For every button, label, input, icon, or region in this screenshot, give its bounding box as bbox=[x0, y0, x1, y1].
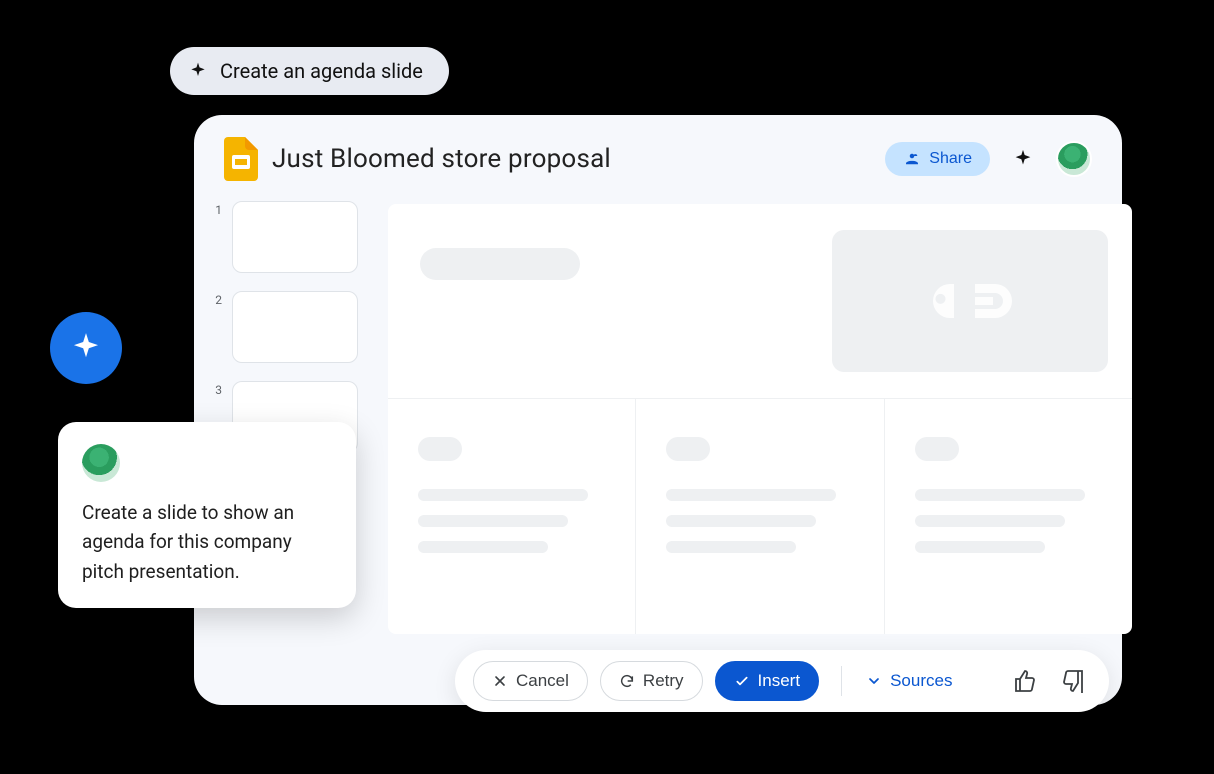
agenda-column-2 bbox=[635, 399, 883, 634]
close-icon bbox=[492, 673, 508, 689]
sparkle-icon bbox=[69, 331, 103, 365]
cancel-button[interactable]: Cancel bbox=[473, 661, 588, 701]
insert-button[interactable]: Insert bbox=[715, 661, 820, 701]
thumbs-down-button[interactable] bbox=[1055, 663, 1091, 699]
user-prompt-card: Create a slide to show an agenda for thi… bbox=[58, 422, 356, 608]
document-title[interactable]: Just Bloomed store proposal bbox=[272, 144, 871, 174]
google-slides-icon bbox=[224, 137, 258, 181]
thumb-number: 2 bbox=[212, 291, 222, 307]
people-icon bbox=[903, 150, 921, 168]
share-button[interactable]: Share bbox=[885, 142, 990, 176]
thumbs-down-icon bbox=[1061, 669, 1085, 693]
agenda-column-1 bbox=[388, 399, 635, 634]
sources-dropdown[interactable]: Sources bbox=[860, 663, 958, 699]
sources-label: Sources bbox=[890, 671, 952, 691]
check-icon bbox=[734, 673, 750, 689]
toolbar-divider bbox=[841, 666, 842, 696]
share-button-label: Share bbox=[929, 150, 972, 168]
user-avatar-small bbox=[82, 444, 120, 482]
suggestion-chip[interactable]: Create an agenda slide bbox=[170, 47, 449, 95]
sparkle-icon bbox=[188, 61, 208, 81]
user-prompt-text: Create a slide to show an agenda for thi… bbox=[82, 498, 332, 586]
retry-button[interactable]: Retry bbox=[600, 661, 703, 701]
slide-title-placeholder bbox=[420, 248, 580, 280]
thumbs-up-button[interactable] bbox=[1007, 663, 1043, 699]
chevron-down-icon bbox=[866, 673, 882, 689]
thumbs-up-icon bbox=[1013, 669, 1037, 693]
cancel-button-label: Cancel bbox=[516, 671, 569, 691]
insert-button-label: Insert bbox=[758, 671, 801, 691]
suggestion-chip-label: Create an agenda slide bbox=[220, 59, 423, 83]
generation-action-toolbar: Cancel Retry Insert Sources bbox=[455, 650, 1109, 712]
slide-image-placeholder bbox=[832, 230, 1108, 372]
agenda-column-3 bbox=[884, 399, 1132, 634]
gemini-badge[interactable] bbox=[50, 312, 122, 384]
slide-thumbnail-2[interactable] bbox=[232, 291, 358, 363]
title-bar: Just Bloomed store proposal Share bbox=[194, 115, 1122, 195]
thumb-number: 3 bbox=[212, 381, 222, 397]
generated-slide-preview bbox=[388, 204, 1132, 634]
gemini-sparkle-icon[interactable] bbox=[1012, 148, 1034, 170]
user-avatar[interactable] bbox=[1056, 141, 1092, 177]
retry-button-label: Retry bbox=[643, 671, 684, 691]
thumb-number: 1 bbox=[212, 201, 222, 217]
slide-thumbnail-1[interactable] bbox=[232, 201, 358, 273]
refresh-icon bbox=[619, 673, 635, 689]
